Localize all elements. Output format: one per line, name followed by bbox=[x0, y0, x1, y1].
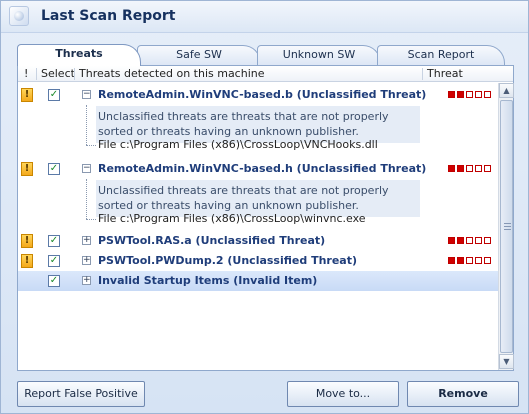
threat-level-empty bbox=[484, 165, 491, 172]
threat-row[interactable]: ! ✓ + PSWTool.PWDump.2 (Unclassified Thr… bbox=[18, 251, 498, 271]
threat-name: PSWTool.PWDump.2 (Unclassified Threat) bbox=[98, 254, 357, 267]
threat-name: Invalid Startup Items (Invalid Item) bbox=[98, 274, 318, 287]
collapse-icon[interactable]: − bbox=[82, 164, 91, 173]
col-select[interactable]: Select bbox=[41, 67, 75, 80]
threat-level-empty bbox=[466, 165, 473, 172]
threat-level-empty bbox=[475, 91, 482, 98]
threat-level-empty bbox=[475, 237, 482, 244]
col-threats[interactable]: Threats detected on this machine bbox=[79, 67, 265, 80]
scan-report-window: Last Scan Report Threats Safe SW Unknown… bbox=[0, 0, 529, 414]
col-threat[interactable]: Threat bbox=[427, 67, 463, 80]
threat-level-empty bbox=[466, 91, 473, 98]
expand-icon[interactable]: + bbox=[82, 236, 91, 245]
select-checkbox[interactable]: ✓ bbox=[48, 235, 60, 247]
move-to-button[interactable]: Move to... bbox=[287, 381, 399, 407]
threat-level-filled bbox=[457, 165, 464, 172]
warning-icon: ! bbox=[21, 254, 33, 268]
select-checkbox[interactable]: ✓ bbox=[48, 89, 60, 101]
collapse-icon[interactable]: − bbox=[82, 90, 91, 99]
tab-threats[interactable]: Threats bbox=[17, 44, 141, 66]
window-title: Last Scan Report bbox=[41, 8, 176, 24]
threat-level-empty bbox=[475, 165, 482, 172]
threat-level-filled bbox=[448, 237, 455, 244]
tab-safe-sw[interactable]: Safe SW bbox=[137, 45, 261, 65]
threat-row[interactable]: ! ✓ + PSWTool.RAS.a (Unclassified Threat… bbox=[18, 231, 498, 251]
threat-level-empty bbox=[475, 257, 482, 264]
title-bar: Last Scan Report bbox=[1, 1, 528, 33]
threat-list: ! ✓ − RemoteAdmin.WinVNC-based.b (Unclas… bbox=[18, 83, 498, 370]
expand-icon[interactable]: + bbox=[82, 256, 91, 265]
threat-level-filled bbox=[448, 257, 455, 264]
warning-icon: ! bbox=[21, 234, 33, 248]
expand-icon[interactable]: + bbox=[82, 276, 91, 285]
scroll-up-icon[interactable]: ▲ bbox=[499, 83, 514, 98]
app-icon bbox=[9, 6, 29, 26]
tab-unknown-sw[interactable]: Unknown SW bbox=[257, 45, 381, 65]
threat-level-filled bbox=[457, 237, 464, 244]
threat-name: RemoteAdmin.WinVNC-based.b (Unclassified… bbox=[98, 88, 427, 101]
threat-row[interactable]: ! ✓ − RemoteAdmin.WinVNC-based.h (Unclas… bbox=[18, 159, 498, 179]
select-checkbox[interactable]: ✓ bbox=[48, 255, 60, 267]
scroll-down-icon[interactable]: ▼ bbox=[499, 354, 514, 369]
threat-file-path: File c:\Program Files (x86)\CrossLoop\VN… bbox=[98, 138, 378, 151]
scroll-thumb[interactable] bbox=[500, 100, 513, 353]
select-checkbox[interactable]: ✓ bbox=[48, 275, 60, 287]
threat-level-empty bbox=[484, 237, 491, 244]
threat-row-selected[interactable]: ✓ + Invalid Startup Items (Invalid Item) bbox=[18, 271, 498, 291]
threat-level-filled bbox=[457, 91, 464, 98]
threat-name: RemoteAdmin.WinVNC-based.h (Unclassified… bbox=[98, 162, 427, 175]
threat-level-filled bbox=[448, 91, 455, 98]
threat-row[interactable]: ! ✓ − RemoteAdmin.WinVNC-based.b (Unclas… bbox=[18, 85, 498, 105]
threat-level-empty bbox=[484, 257, 491, 264]
threat-details: Unclassified threats are threats that ar… bbox=[18, 179, 498, 235]
warning-icon: ! bbox=[21, 88, 33, 102]
threat-file-path: File c:\Program Files (x86)\CrossLoop\wi… bbox=[98, 212, 366, 225]
tab-strip: Threats Safe SW Unknown SW Scan Report bbox=[17, 44, 514, 66]
threat-details: Unclassified threats are threats that ar… bbox=[18, 105, 498, 161]
select-checkbox[interactable]: ✓ bbox=[48, 163, 60, 175]
threat-level-empty bbox=[484, 91, 491, 98]
vertical-scrollbar[interactable]: ▲ ▼ bbox=[498, 83, 514, 370]
warning-icon: ! bbox=[21, 162, 33, 176]
report-false-positive-button[interactable]: Report False Positive bbox=[17, 381, 145, 407]
threat-level-filled bbox=[448, 165, 455, 172]
tab-scan-report[interactable]: Scan Report bbox=[377, 45, 505, 65]
threats-panel: ! Select Threats detected on this machin… bbox=[17, 65, 514, 371]
column-header: ! Select Threats detected on this machin… bbox=[18, 66, 513, 82]
threat-level-filled bbox=[457, 257, 464, 264]
threat-name: PSWTool.RAS.a (Unclassified Threat) bbox=[98, 234, 326, 247]
threat-level-empty bbox=[466, 257, 473, 264]
remove-button[interactable]: Remove bbox=[407, 381, 519, 407]
col-flag[interactable]: ! bbox=[24, 67, 28, 80]
threat-level-empty bbox=[466, 237, 473, 244]
